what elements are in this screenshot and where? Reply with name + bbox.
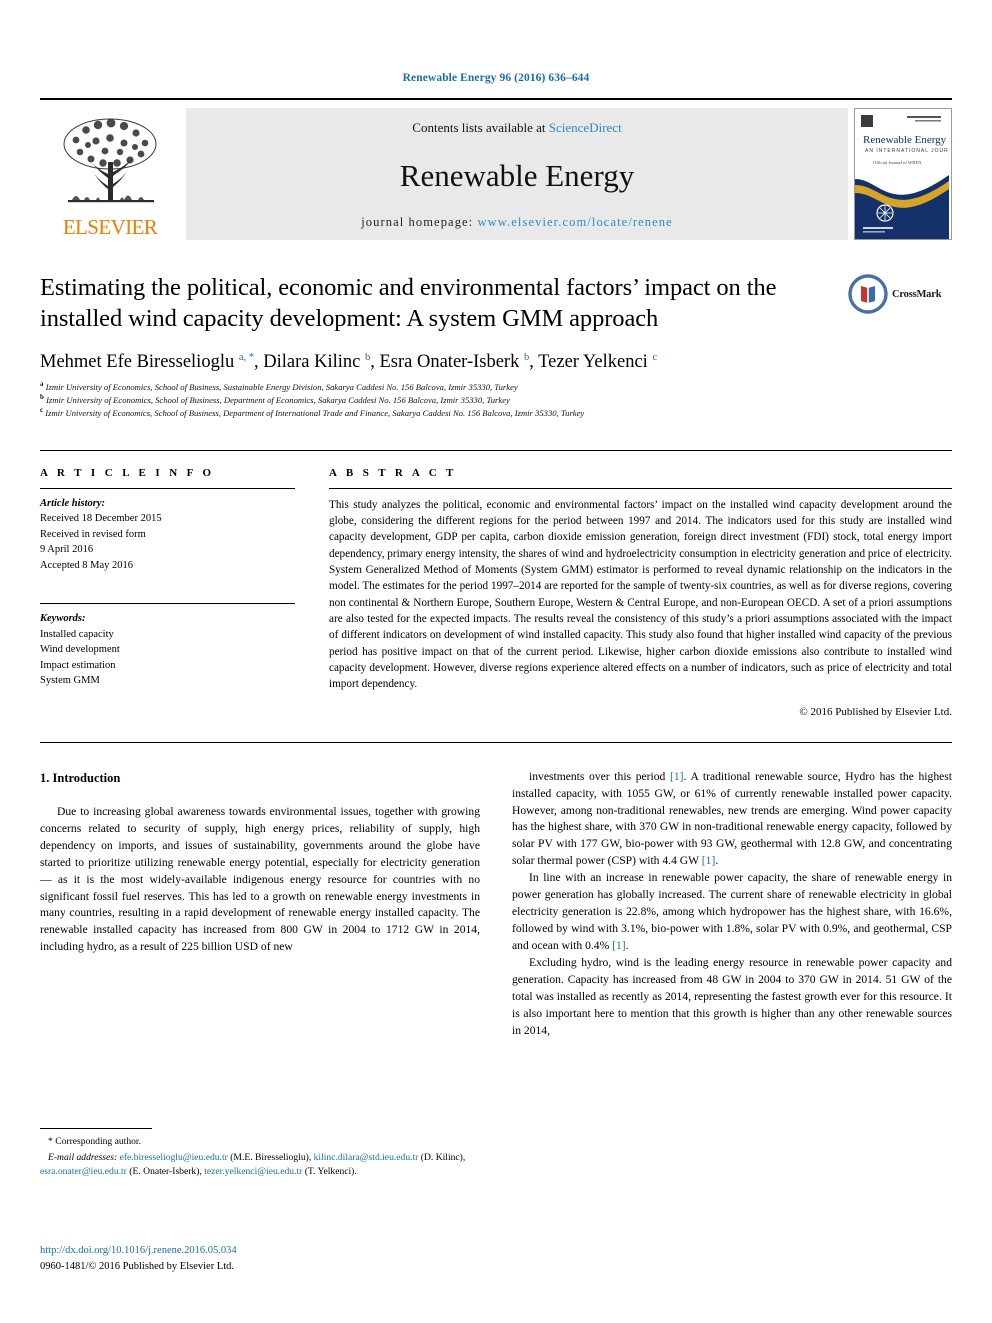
article-history-label: Article history:	[40, 497, 106, 509]
elsevier-logo: ELSEVIER	[40, 108, 180, 240]
journal-homepage-line: journal homepage: www.elsevier.com/locat…	[361, 215, 673, 230]
intro-text-c: .	[715, 854, 719, 868]
contents-list-line: Contents lists available at ScienceDirec…	[412, 120, 621, 136]
intro-text-a: In line with an increase in renewable po…	[512, 871, 952, 952]
contents-prefix: Contents lists available at	[412, 120, 549, 135]
citation-ref[interactable]: [1]	[670, 770, 684, 783]
intro-paragraph-left: Due to increasing global awareness towar…	[40, 804, 480, 954]
affiliation-text: Izmir University of Economics, School of…	[46, 394, 510, 405]
journal-cover-thumbnail: Renewable Energy AN INTERNATIONAL JOURNA…	[854, 108, 952, 240]
crossmark-badge[interactable]: CrossMark	[848, 266, 952, 322]
email-link[interactable]: esra.onater@ieu.edu.tr	[40, 1166, 127, 1177]
keyword-item: Installed capacity	[40, 628, 114, 640]
elsevier-wordmark: ELSEVIER	[62, 215, 158, 239]
keyword-item: Impact estimation	[40, 659, 116, 671]
email-link[interactable]: kilinc.dilara@std.ieu.edu.tr	[314, 1152, 419, 1163]
elsevier-tree-icon	[63, 118, 157, 203]
article-info-column: A R T I C L E I N F O Article history: R…	[40, 467, 295, 720]
title-block: Estimating the political, economic and e…	[40, 272, 952, 335]
abstract-body: This study analyzes the political, econo…	[329, 489, 952, 720]
svg-text:Renewable Energy: Renewable Energy	[863, 134, 947, 146]
intro-paragraph-right-1: investments over this period [1]. A trad…	[512, 769, 952, 871]
history-item: Received in revised form	[40, 528, 146, 540]
citation-ref[interactable]: [1]	[612, 939, 626, 952]
email-person: (E. Onater-Isberk)	[129, 1165, 200, 1177]
article-history-block: Article history: Received 18 December 20…	[40, 489, 295, 574]
affiliation-marker: a	[40, 379, 44, 388]
affiliation-text: Izmir University of Economics, School of…	[45, 407, 585, 418]
abstract-text: This study analyzes the political, econo…	[329, 498, 952, 691]
svg-text:AN INTERNATIONAL JOURNAL: AN INTERNATIONAL JOURNAL	[865, 148, 949, 154]
info-abstract-section: A R T I C L E I N F O Article history: R…	[40, 449, 952, 720]
keyword-item: Wind development	[40, 644, 120, 656]
citation-ref[interactable]: [1]	[702, 854, 716, 867]
footnote-block: * Corresponding author. E-mail addresses…	[40, 1128, 470, 1178]
page-title: Estimating the political, economic and e…	[40, 274, 777, 333]
corresponding-author-note: * Corresponding author.	[48, 1136, 141, 1147]
doi-link[interactable]: http://dx.doi.org/10.1016/j.renene.2016.…	[40, 1243, 237, 1259]
journal-homepage-link[interactable]: www.elsevier.com/locate/renene	[477, 215, 672, 229]
body-column-left: 1. Introduction Due to increasing global…	[40, 769, 480, 1040]
doi-block: http://dx.doi.org/10.1016/j.renene.2016.…	[40, 1243, 237, 1275]
body-columns: 1. Introduction Due to increasing global…	[40, 769, 952, 1040]
keywords-label: Keywords:	[40, 613, 86, 625]
affiliation-item: b Izmir University of Economics, School …	[40, 392, 952, 407]
paper-page: Renewable Energy 96 (2016) 636–644 ELSEV…	[0, 0, 992, 1323]
keyword-item: System GMM	[40, 675, 100, 687]
intro-text-a: investments over this period	[529, 769, 671, 783]
history-item: Received 18 December 2015	[40, 513, 162, 525]
homepage-prefix: journal homepage:	[361, 215, 478, 229]
intro-text-b: . A traditional renewable source, Hydro …	[512, 769, 952, 868]
affiliation-item: c Izmir University of Economics, School …	[40, 405, 952, 420]
body-column-right: investments over this period [1]. A trad…	[512, 769, 952, 1040]
sciencedirect-link[interactable]: ScienceDirect	[549, 120, 622, 135]
journal-cover-image: Renewable Energy AN INTERNATIONAL JOURNA…	[855, 109, 951, 239]
section-heading-introduction: 1. Introduction	[40, 770, 121, 785]
email-person: (T. Yelkenci)	[304, 1165, 355, 1177]
affiliation-text: Izmir University of Economics, School of…	[45, 381, 518, 392]
affiliation-marker: c	[40, 405, 44, 414]
email-addresses-note: E-mail addresses: efe.biresselioglu@ieu.…	[40, 1151, 466, 1177]
crossmark-label: CrossMark	[892, 288, 942, 300]
intro-text-b: .	[625, 938, 629, 952]
abstract-column: A B S T R A C T This study analyzes the …	[329, 467, 952, 720]
journal-banner: ELSEVIER Contents lists available at Sci…	[40, 98, 952, 240]
email-label: E-mail addresses:	[48, 1151, 118, 1163]
section-divider	[40, 741, 952, 743]
issn-copyright-line: 0960-1481/© 2016 Published by Elsevier L…	[40, 1260, 235, 1272]
author-list: Mehmet Efe Biresselioglu a, *, Dilara Ki…	[40, 351, 658, 372]
email-person: (D. Kilinc)	[420, 1151, 463, 1163]
affiliation-item: a Izmir University of Economics, School …	[40, 379, 952, 394]
footnote-divider	[40, 1128, 152, 1129]
abstract-copyright: © 2016 Published by Elsevier Ltd.	[799, 705, 952, 718]
article-info-heading: A R T I C L E I N F O	[40, 466, 215, 479]
history-item: Accepted 8 May 2016	[40, 559, 134, 571]
keywords-block: Keywords: Installed capacity Wind develo…	[40, 603, 295, 689]
journal-title: Renewable Energy	[399, 158, 635, 193]
affiliation-list: a Izmir University of Economics, School …	[40, 379, 952, 420]
abstract-heading: A B S T R A C T	[329, 466, 457, 479]
banner-center: Contents lists available at ScienceDirec…	[186, 108, 848, 240]
running-head: Renewable Energy 96 (2016) 636–644	[402, 72, 590, 84]
history-item: 9 April 2016	[40, 544, 94, 556]
intro-paragraph-right-3: Excluding hydro, wind is the leading ene…	[512, 955, 952, 1037]
svg-text:Official Journal of WREN: Official Journal of WREN	[873, 160, 922, 165]
intro-paragraph-right-2: In line with an increase in renewable po…	[512, 870, 952, 955]
affiliation-marker: b	[40, 392, 44, 401]
email-link[interactable]: efe.biresselioglu@ieu.edu.tr	[120, 1152, 228, 1163]
email-link[interactable]: tezer.yelkenci@ieu.edu.tr	[204, 1166, 302, 1177]
email-person: (M.E. Biresselioglu)	[230, 1151, 309, 1163]
crossmark-icon	[848, 274, 888, 314]
